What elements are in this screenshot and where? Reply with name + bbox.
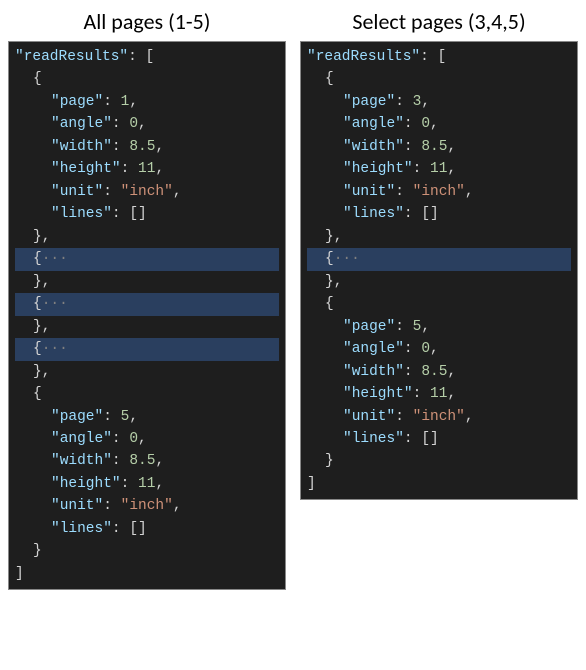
code-line: "readResults": [ bbox=[15, 46, 279, 68]
code-line: "angle": 0, bbox=[307, 338, 571, 360]
code-line: "width": 8.5, bbox=[15, 450, 279, 472]
code-line: }, bbox=[307, 271, 571, 293]
code-line: { bbox=[15, 68, 279, 90]
code-line: }, bbox=[15, 316, 279, 338]
code-line: { bbox=[15, 383, 279, 405]
collapsed-fold[interactable]: {··· bbox=[15, 338, 279, 360]
code-line: "unit": "inch", bbox=[307, 181, 571, 203]
code-line: "page": 3, bbox=[307, 91, 571, 113]
code-line: }, bbox=[15, 226, 279, 248]
code-line: "lines": [] bbox=[15, 203, 279, 225]
code-line: "height": 11, bbox=[15, 158, 279, 180]
code-line: "unit": "inch", bbox=[307, 406, 571, 428]
comparison-container: All pages (1-5) "readResults": [ { "page… bbox=[8, 8, 578, 590]
code-line: "height": 11, bbox=[307, 383, 571, 405]
code-line: { bbox=[307, 68, 571, 90]
code-line: "unit": "inch", bbox=[15, 181, 279, 203]
code-line: ] bbox=[15, 563, 279, 585]
code-line: "lines": [] bbox=[15, 518, 279, 540]
right-panel: Select pages (3,4,5) "readResults": [ { … bbox=[300, 8, 578, 590]
code-line: "height": 11, bbox=[15, 473, 279, 495]
collapsed-fold[interactable]: {··· bbox=[15, 293, 279, 315]
left-title: All pages (1-5) bbox=[8, 8, 286, 35]
right-code-block: "readResults": [ { "page": 3, "angle": 0… bbox=[300, 41, 578, 500]
code-line: "page": 1, bbox=[15, 91, 279, 113]
code-line: "angle": 0, bbox=[307, 113, 571, 135]
code-line: "page": 5, bbox=[307, 316, 571, 338]
collapsed-fold[interactable]: {··· bbox=[307, 248, 571, 270]
code-line: "width": 8.5, bbox=[307, 361, 571, 383]
code-line: "unit": "inch", bbox=[15, 495, 279, 517]
code-line: ] bbox=[307, 473, 571, 495]
code-line: { bbox=[307, 293, 571, 315]
code-line: "readResults": [ bbox=[307, 46, 571, 68]
code-line: "page": 5, bbox=[15, 406, 279, 428]
code-line: "lines": [] bbox=[307, 203, 571, 225]
code-line: }, bbox=[15, 361, 279, 383]
code-line: "width": 8.5, bbox=[307, 136, 571, 158]
code-line: "height": 11, bbox=[307, 158, 571, 180]
left-panel: All pages (1-5) "readResults": [ { "page… bbox=[8, 8, 286, 590]
code-line: } bbox=[15, 540, 279, 562]
collapsed-fold[interactable]: {··· bbox=[15, 248, 279, 270]
code-line: "angle": 0, bbox=[15, 113, 279, 135]
right-title: Select pages (3,4,5) bbox=[300, 8, 578, 35]
code-line: } bbox=[307, 450, 571, 472]
code-line: "angle": 0, bbox=[15, 428, 279, 450]
code-line: }, bbox=[307, 226, 571, 248]
left-code-block: "readResults": [ { "page": 1, "angle": 0… bbox=[8, 41, 286, 590]
code-line: "width": 8.5, bbox=[15, 136, 279, 158]
code-line: }, bbox=[15, 271, 279, 293]
code-line: "lines": [] bbox=[307, 428, 571, 450]
